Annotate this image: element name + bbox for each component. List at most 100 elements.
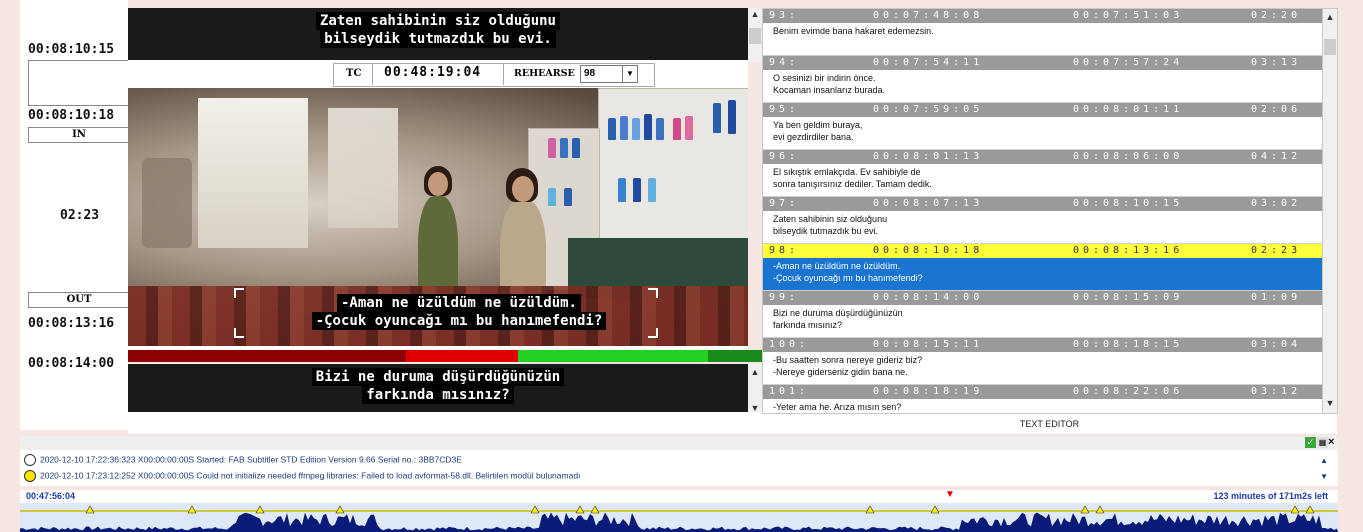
text-editor-button[interactable]: TEXT EDITOR [762, 414, 1337, 434]
previous-subtitle-scrollbar[interactable]: ▲ [748, 8, 762, 62]
close-icon[interactable]: × [1328, 436, 1338, 448]
subtitle-marker-icon [85, 505, 95, 514]
message-log: 2020-12-10 17:22:36:323 X00:00:00:00S St… [20, 450, 1338, 486]
subtitle-row-header: 94: 00:07:54:11 00:07:57:24 03:13 [763, 56, 1323, 70]
scroll-thumb[interactable] [1324, 39, 1336, 55]
hanging-organizer [142, 158, 192, 248]
subtitle-marker-icon [1080, 505, 1090, 514]
subtitle-number: 100: [769, 339, 810, 350]
scroll-up-icon[interactable]: ▲ [748, 366, 762, 378]
subtitle-text[interactable]: El sıkıştık emlakçıda. Ev sahibiyle de so… [763, 164, 1323, 192]
subtitle-duration: 02:06 [1251, 104, 1302, 115]
subtitle-row[interactable]: 95: 00:07:59:05 00:08:01:11 02:06 Ya ben gel… [763, 103, 1323, 150]
scroll-up-icon[interactable]: ▲ [1323, 11, 1337, 23]
subtitle-number: 98: [769, 245, 800, 256]
subtitle-duration: 01:09 [1251, 292, 1302, 303]
subtitle-row[interactable]: 101: 00:08:18:19 00:08:22:06 03:12 -Yeter am… [763, 385, 1323, 413]
subtitle-row[interactable]: 98: 00:08:10:18 00:08:13:16 02:23 -Aman ne ü… [763, 244, 1323, 291]
grid-icon[interactable]: ▦ [1317, 437, 1328, 448]
playhead-marker-icon[interactable]: ▼ [945, 489, 955, 500]
safe-area-corner [648, 328, 658, 338]
log-entry: 2020-12-10 17:23:12:252 X00:00:00:00S Co… [24, 470, 580, 482]
subtitle-number: 101: [769, 386, 810, 397]
subtitle-marker-icon [255, 505, 265, 514]
out-button[interactable]: OUT [28, 292, 130, 308]
scroll-thumb[interactable] [749, 28, 761, 44]
subtitle-out-time: 00:07:51:03 [1073, 10, 1184, 21]
next-subtitle-scrollbar[interactable]: ▲ ▼ [748, 364, 762, 416]
subtitle-row[interactable]: 96: 00:08:01:13 00:08:06:00 04:12 El sıkıştı… [763, 150, 1323, 197]
subtitle-marker-icon [1095, 505, 1105, 514]
subtitle-row-header: 95: 00:07:59:05 00:08:01:11 02:06 [763, 103, 1323, 117]
waveform-svg [20, 505, 1338, 532]
subtitle-text-line2: Kocaman insanlarız burada. [773, 85, 886, 95]
subtitle-marker-icon [865, 505, 875, 514]
scroll-down-icon[interactable]: ▼ [1320, 472, 1328, 481]
time-remaining: 123 minutes of 171m2s left [1213, 491, 1328, 501]
window-curtain-2 [328, 108, 398, 228]
waveform-timecode: 00:47:56:04 [26, 491, 76, 501]
subtitle-number: 97: [769, 198, 800, 209]
subtitle-text[interactable]: -Bu saatten sonra nereye gideriz biz? -Ne… [763, 352, 1323, 380]
video-frame[interactable]: -Aman ne üzüldüm ne üzüldüm. -Çocuk oyun… [128, 88, 748, 346]
window-curtain [198, 98, 308, 248]
subtitle-text[interactable]: Benim evimde bana hakaret edemezsin. [763, 23, 1323, 39]
video-subtitle-line1: -Aman ne üzüldüm ne üzüldüm. [336, 294, 581, 312]
subtitle-in-time: 00:08:07:13 [873, 198, 984, 209]
checkmark-icon[interactable]: ✓ [1305, 437, 1316, 448]
status-dot-icon [24, 470, 36, 482]
subtitle-in-time: 00:08:01:13 [873, 151, 984, 162]
subtitle-text[interactable]: -Yeter ama he. Arıza mısın sen? [763, 399, 1323, 413]
subtitle-text-line2: bilseydik tutmazdık bu evi. [773, 226, 879, 236]
subtitle-text-line2: farkında mısınız? [773, 320, 843, 330]
subtitle-duration: 03:02 [1251, 198, 1302, 209]
subtitle-text-line1: Ya ben geldim buraya, [773, 120, 863, 130]
subtitle-text-line2: sonra tanışırsınız dediler. Tamam dedik. [773, 179, 932, 189]
subtitle-duration: 03:13 [1251, 57, 1302, 68]
scroll-up-icon[interactable]: ▲ [1320, 456, 1328, 465]
safe-area-corner [234, 288, 244, 298]
subtitle-text[interactable]: Ya ben geldim buraya, evi gezdirdiler ban… [763, 117, 1323, 145]
subtitle-number: 99: [769, 292, 800, 303]
duration-readout: 02:23 [60, 208, 100, 223]
subtitle-text[interactable]: Zaten sahibinin siz olduğunu bilseydik tu… [763, 211, 1323, 239]
subtitle-text-line2: -Nereye giderseniz gidin bana ne. [773, 367, 908, 377]
in-button[interactable]: IN [28, 127, 130, 143]
subtitle-row-header: 99: 00:08:14:00 00:08:15:09 01:09 [763, 291, 1323, 305]
tc-value: 00:48:19:04 [384, 65, 482, 80]
subtitle-row[interactable]: 94: 00:07:54:11 00:07:57:24 03:13 O sesinizi… [763, 56, 1323, 103]
video-subtitle-overlay: -Aman ne üzüldüm ne üzüldüm. -Çocuk oyun… [294, 294, 624, 330]
subtitle-text[interactable]: O sesinizi bir indirin önce. Kocaman insa… [763, 70, 1323, 98]
subtitle-out-time: 00:08:18:15 [1073, 339, 1184, 350]
log-toolbar: ✓ ▦ × [20, 436, 1338, 450]
rehearse-select[interactable]: 98 ▼ [580, 65, 638, 83]
next-subtitle-box: Bizi ne duruma düşürdüğünüzün farkında m… [128, 364, 748, 416]
subtitle-row-header: 101: 00:08:18:19 00:08:22:06 03:12 [763, 385, 1323, 399]
safe-area-corner [234, 328, 244, 338]
scroll-down-icon[interactable]: ▼ [1323, 397, 1337, 409]
subtitle-row[interactable]: 100: 00:08:15:11 00:08:18:15 03:04 -Bu saatt… [763, 338, 1323, 385]
subtitle-text-line1: Bizi ne duruma düşürdüğünüzün [773, 308, 903, 318]
subtitle-text[interactable]: Bizi ne duruma düşürdüğünüzün farkında mı… [763, 305, 1323, 333]
playback-toolbar: TC 00:48:19:04 REHEARSE 98 ▼ [128, 60, 748, 88]
subtitle-text-line2: -Çocuk oyuncağı mı bu hanımefendi? [773, 273, 923, 283]
log-entry: 2020-12-10 17:22:36:323 X00:00:00:00S St… [24, 454, 462, 466]
subtitle-out-time: 00:08:22:06 [1073, 386, 1184, 397]
scroll-up-icon[interactable]: ▲ [748, 8, 762, 20]
previous-subtitle-box: Zaten sahibinin siz olduğunu bilseydik t… [128, 8, 748, 62]
subtitle-row[interactable]: 97: 00:08:07:13 00:08:10:15 03:02 Zaten sahi… [763, 197, 1323, 244]
subtitle-marker-icon [187, 505, 197, 514]
subtitle-row[interactable]: 99: 00:08:14:00 00:08:15:09 01:09 Bizi ne du… [763, 291, 1323, 338]
subtitle-list-scrollbar[interactable]: ▲ ▼ [1322, 8, 1338, 414]
timing-bar-elapsed [128, 350, 406, 362]
subtitle-in-time: 00:07:54:11 [873, 57, 984, 68]
subtitle-out-time: 00:08:01:11 [1073, 104, 1184, 115]
audio-waveform[interactable] [20, 503, 1338, 532]
subtitle-row[interactable]: 93: 00:07:48:08 00:07:51:03 02:20 Benim evim… [763, 9, 1323, 56]
subtitle-text[interactable]: -Aman ne üzüldüm ne üzüldüm. -Çocuk oyunc… [763, 258, 1323, 290]
chevron-down-icon[interactable]: ▼ [622, 66, 637, 82]
subtitle-row-header: 96: 00:08:01:13 00:08:06:00 04:12 [763, 150, 1323, 164]
timing-bar[interactable] [128, 350, 762, 362]
subtitle-text-line1: El sıkıştık emlakçıda. Ev sahibiyle de [773, 167, 921, 177]
subtitle-text-line1: -Aman ne üzüldüm ne üzüldüm. [773, 261, 901, 271]
